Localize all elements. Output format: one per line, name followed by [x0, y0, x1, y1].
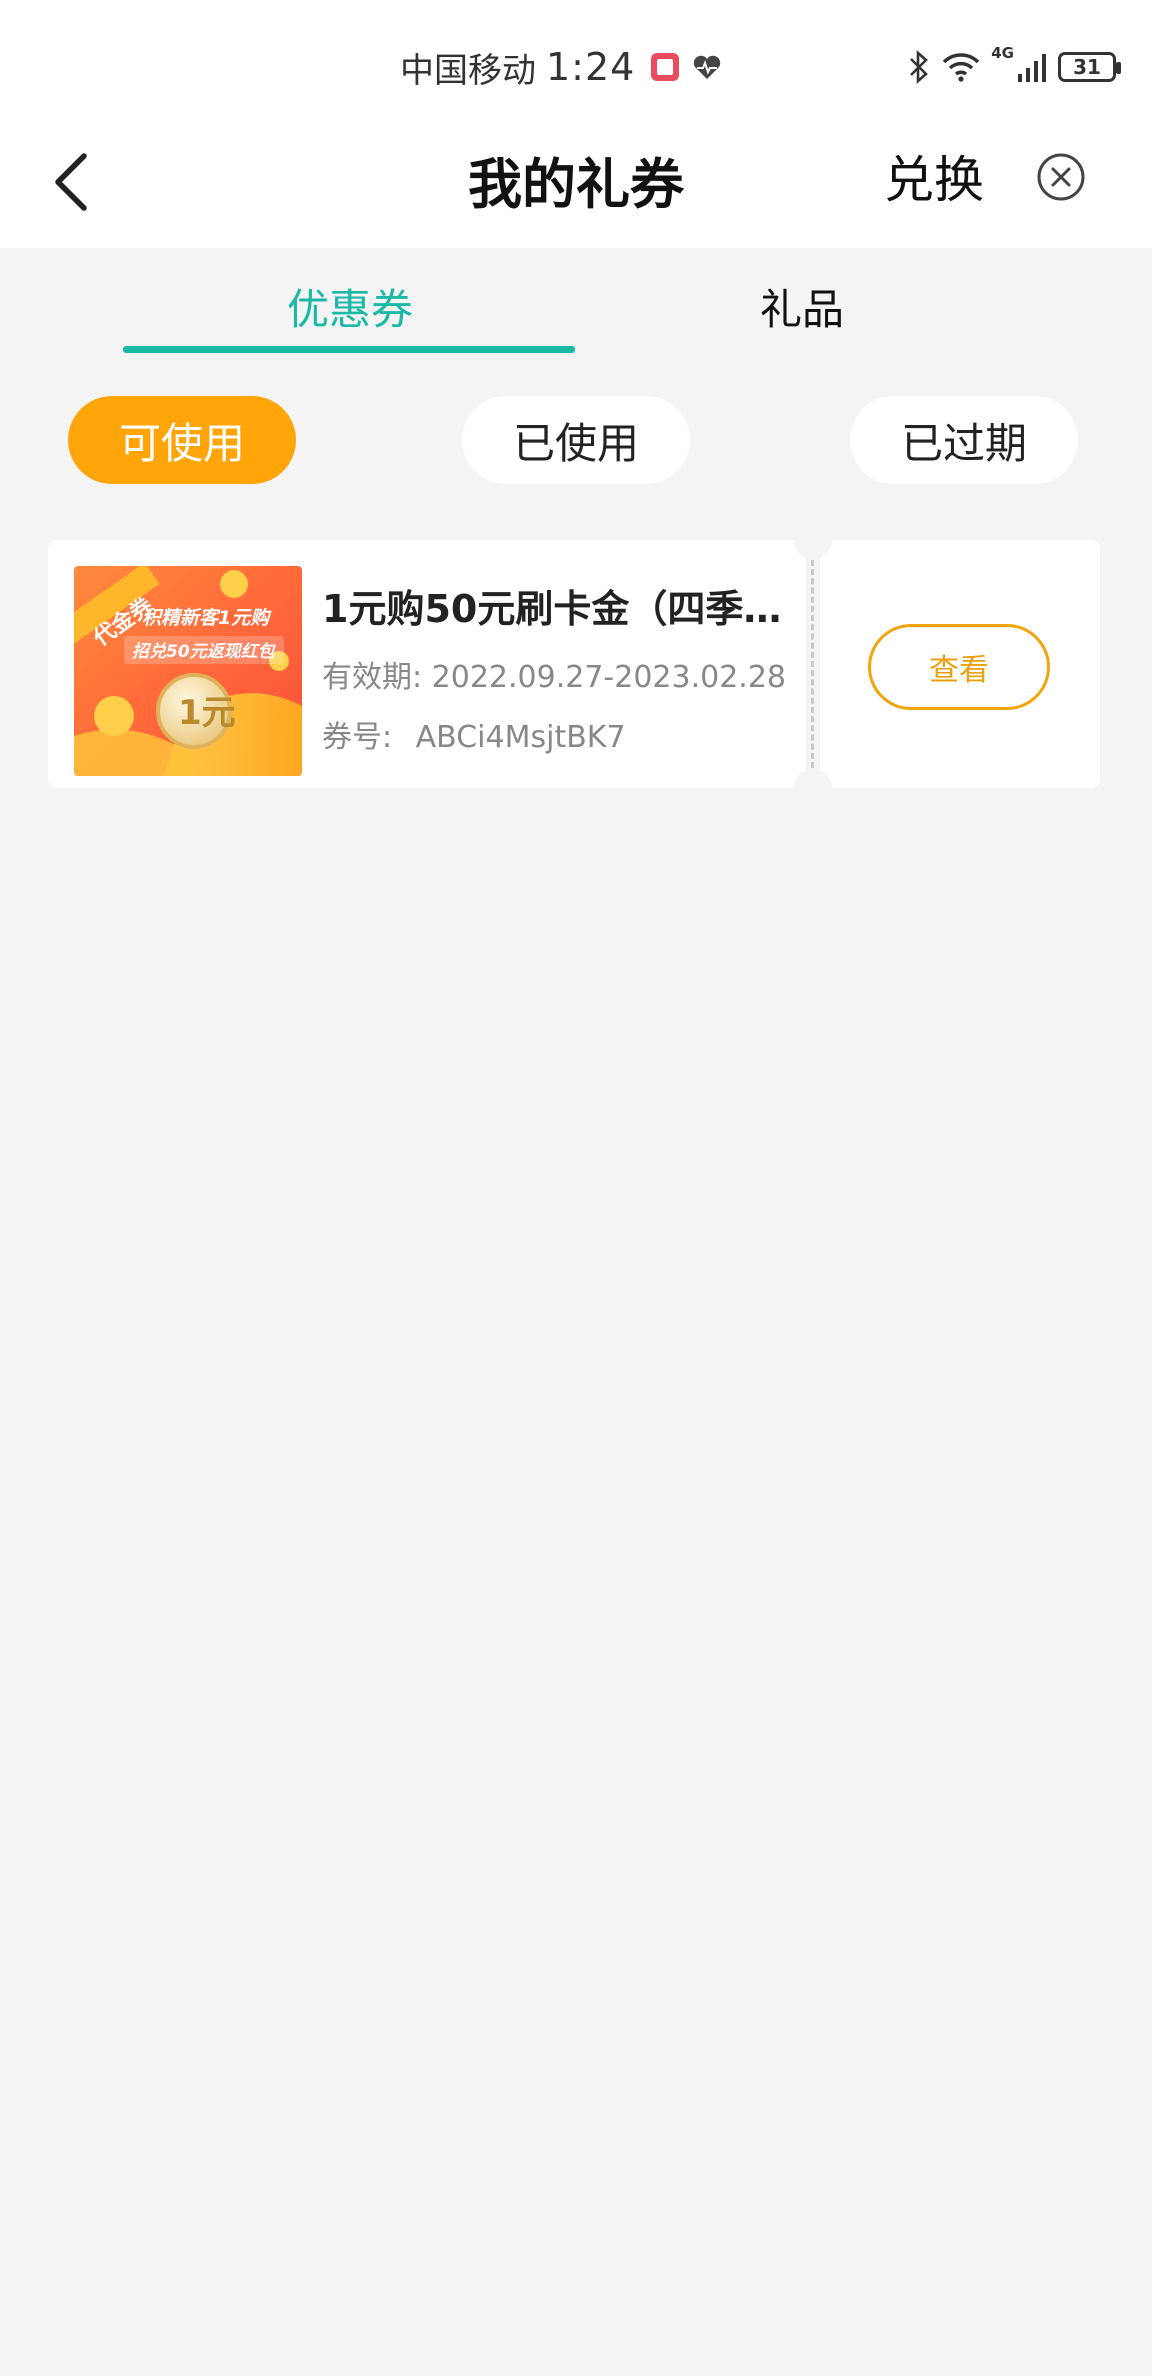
thumbnail-headline: 积精新客1元购 [142, 607, 272, 629]
coupon-notch-top [794, 521, 832, 559]
view-coupon-button[interactable]: 查看 [868, 624, 1050, 710]
header: 我的礼券 兑换 [0, 130, 1152, 248]
active-tab-indicator [123, 346, 575, 353]
bluetooth-icon [910, 50, 929, 84]
code-label: 券号: [322, 720, 393, 755]
thumbnail-subline: 招兑50元返现红包 [132, 642, 277, 662]
coupon-thumbnail: 代金券 积精新客1元购 招兑50元返现红包 1元 [74, 566, 302, 776]
coupon-validity: 有效期: 2022.09.27-2023.02.28 [322, 652, 786, 696]
battery-level: 31 [1073, 55, 1101, 79]
heart-rate-icon [694, 55, 721, 79]
wifi-icon [943, 53, 980, 82]
filter-used[interactable]: 已使用 [462, 396, 690, 484]
filter-expired[interactable]: 已过期 [850, 396, 1078, 484]
tab-coupons[interactable]: 优惠券 [200, 276, 500, 337]
carrier-label: 中国移动 [400, 50, 536, 91]
coupon-title: 1元购50元刷卡金（四季… [322, 587, 782, 631]
signal-icon [1018, 54, 1046, 82]
note-icon [651, 53, 680, 81]
coupon-divider [811, 560, 814, 768]
status-time: 1:24 [546, 45, 636, 89]
exchange-button[interactable]: 兑换 [884, 140, 984, 212]
filter-chips: 可使用 已使用 已过期 [0, 394, 1152, 484]
tab-bar: 优惠券 礼品 [0, 248, 1152, 358]
filter-available[interactable]: 可使用 [68, 396, 296, 484]
code-value: ABCi4MsjtBK7 [415, 720, 626, 755]
status-right: 4G 31 [907, 44, 1121, 90]
validity-label: 有效期: [322, 660, 423, 695]
coupon-code: 券号: ABCi4MsjtBK7 [322, 712, 626, 756]
tab-gifts[interactable]: 礼品 [652, 276, 952, 337]
validity-value: 2022.09.27-2023.02.28 [431, 660, 787, 695]
thumbnail-coin: 1元 [178, 693, 236, 733]
coupon-notch-bottom [794, 769, 832, 807]
close-circle-icon[interactable] [1034, 150, 1088, 204]
coupon-card[interactable]: 代金券 积精新客1元购 招兑50元返现红包 1元 1元购50元刷卡金（四季… 有… [48, 521, 1100, 807]
network-type: 4G [991, 44, 1014, 62]
status-center: 中国移动 1:24 [400, 42, 723, 92]
battery-icon: 31 [1058, 52, 1121, 82]
status-bar: 中国移动 1:24 4G 31 [0, 0, 1152, 130]
